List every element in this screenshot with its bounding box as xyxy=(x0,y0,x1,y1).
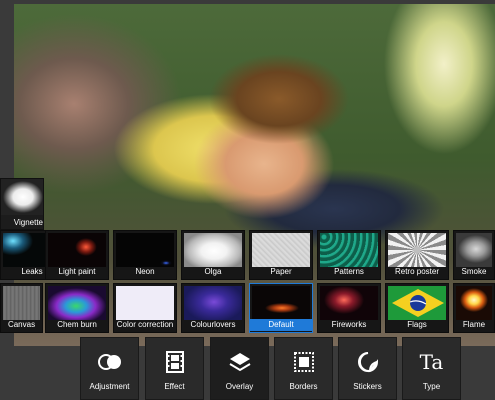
overlay-button[interactable]: Overlay xyxy=(210,337,269,400)
overlay-tile-label: Colourlovers xyxy=(190,320,236,329)
overlay-tile-label: Color correction xyxy=(116,320,174,329)
overlay-tile-olga[interactable]: Olga xyxy=(181,230,245,280)
overlay-tile-colourlovers[interactable]: Colourlovers xyxy=(181,283,245,333)
sticker-icon xyxy=(339,350,396,374)
overlay-tile-label: Paper xyxy=(270,267,292,276)
overlay-tile-label: Olga xyxy=(204,267,222,276)
type-label: Type xyxy=(422,382,441,391)
overlay-tile-color-correction[interactable]: Color correction xyxy=(113,283,177,333)
adjustment-button[interactable]: Adjustment xyxy=(80,337,139,400)
olga-thumbnail xyxy=(184,233,242,267)
overlay-tile-label: Fireworks xyxy=(331,320,367,329)
overlay-tile-retro-poster[interactable]: Retro poster xyxy=(385,230,449,280)
overlay-tile-neon[interactable]: Neon xyxy=(113,230,177,280)
stickers-label: Stickers xyxy=(353,382,382,391)
overlay-tile-label: Neon xyxy=(135,267,155,276)
bottom-toolbar: Adjustment Effect Overlay Borders Sticke… xyxy=(80,337,464,400)
stamp-border-icon xyxy=(275,350,332,374)
overlay-tile-default[interactable]: Default xyxy=(249,283,313,333)
flag-brazil-thumbnail xyxy=(388,286,446,320)
adjustment-icon xyxy=(81,350,138,374)
borders-button[interactable]: Borders xyxy=(274,337,333,400)
overlay-tile-label: Light paint xyxy=(58,267,96,276)
vignette-thumbnail xyxy=(1,179,43,215)
fireworks-thumbnail xyxy=(320,286,378,320)
smoke-thumbnail xyxy=(456,233,492,267)
flag-brazil-icon xyxy=(392,289,444,317)
effect-label: Effect xyxy=(164,382,185,391)
type-icon: Ta xyxy=(419,350,444,374)
layers-icon xyxy=(211,350,268,374)
effect-button[interactable]: Effect xyxy=(145,337,204,400)
overlay-tile-label: Canvas xyxy=(7,320,36,329)
default-thumbnail xyxy=(252,286,310,320)
adjustment-label: Adjustment xyxy=(89,382,130,391)
overlay-tile-label: Flags xyxy=(407,320,427,329)
overlay-tile-flags[interactable]: Flags xyxy=(385,283,449,333)
overlay-tile-patterns[interactable]: Patterns xyxy=(317,230,381,280)
retro-poster-thumbnail xyxy=(388,233,446,267)
canvas-thumbnail xyxy=(3,286,40,320)
overlay-label: Overlay xyxy=(225,382,254,391)
overlay-tile-label: Flame xyxy=(462,320,486,329)
paper-thumbnail xyxy=(252,233,310,267)
light-paint-thumbnail xyxy=(48,233,106,267)
overlay-tile-vignette[interactable]: Vignette xyxy=(0,178,44,230)
overlay-tile-smoke[interactable]: Smoke xyxy=(453,230,495,280)
overlay-tile-label: Retro poster xyxy=(394,267,440,276)
overlay-tile-chem-burn[interactable]: Chem burn xyxy=(45,283,109,333)
overlay-tile-paper[interactable]: Paper xyxy=(249,230,313,280)
patterns-thumbnail xyxy=(320,233,378,267)
overlay-tile-label: Default xyxy=(250,319,312,331)
borders-label: Borders xyxy=(289,382,318,391)
flame-thumbnail xyxy=(456,286,492,320)
overlay-tile-label: Smoke xyxy=(461,267,487,276)
overlay-tile-canvas[interactable]: Canvas xyxy=(0,283,43,333)
overlay-tile-light-paint[interactable]: Light paint xyxy=(45,230,109,280)
colourlovers-thumbnail xyxy=(184,286,242,320)
neon-thumbnail xyxy=(116,233,174,267)
overlay-tile-label: Vignette xyxy=(13,218,43,227)
color-correction-thumbnail xyxy=(116,286,174,320)
overlay-tile-flame[interactable]: Flame xyxy=(453,283,495,333)
overlay-tile-fireworks[interactable]: Fireworks xyxy=(317,283,381,333)
film-icon xyxy=(146,350,203,374)
stickers-button[interactable]: Stickers xyxy=(338,337,397,400)
chem-burn-thumbnail xyxy=(48,286,106,320)
type-button[interactable]: Ta Type xyxy=(402,337,461,400)
overlay-tile-label: Chem burn xyxy=(57,320,97,329)
overlay-tile-label: Patterns xyxy=(334,267,364,276)
